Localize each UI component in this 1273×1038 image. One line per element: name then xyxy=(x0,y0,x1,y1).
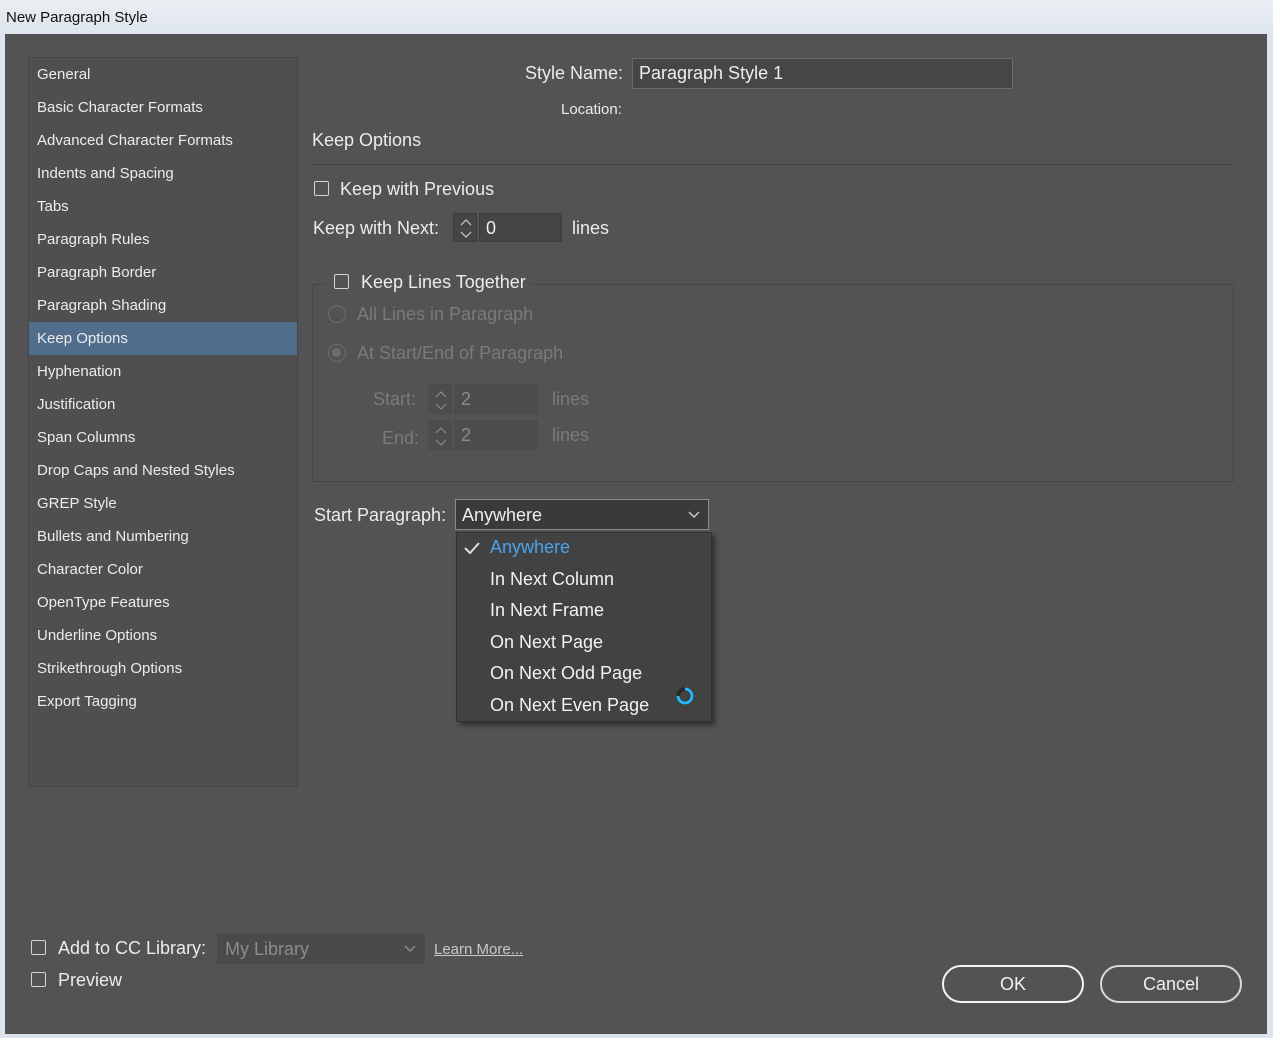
section-divider xyxy=(312,164,1234,165)
section-title: Keep Options xyxy=(312,130,422,150)
cancel-button[interactable]: Cancel xyxy=(1100,965,1242,1003)
stepper-arrows-icon xyxy=(460,219,472,238)
chevron-down-icon xyxy=(404,945,416,952)
chevron-down-icon xyxy=(688,511,700,518)
all-lines-label: All Lines in Paragraph xyxy=(357,304,534,324)
start-lines-input[interactable]: 2 xyxy=(454,384,538,414)
sidebar-item-general[interactable]: General xyxy=(29,58,297,91)
keep-with-next-stepper[interactable] xyxy=(453,213,477,242)
style-name-input[interactable]: Paragraph Style 1 xyxy=(632,58,1013,89)
sidebar-item-indents-and-spacing[interactable]: Indents and Spacing xyxy=(29,157,297,190)
start-lines-label: Start: xyxy=(373,389,417,409)
sidebar-item-span-columns[interactable]: Span Columns xyxy=(29,421,297,454)
start-end-label: At Start/End of Paragraph xyxy=(357,343,564,363)
sidebar-item-paragraph-rules[interactable]: Paragraph Rules xyxy=(29,223,297,256)
stepper-arrows-icon xyxy=(435,391,447,410)
sidebar-item-grep-style[interactable]: GREP Style xyxy=(29,487,297,520)
preview-label: Preview xyxy=(58,970,123,990)
ok-button[interactable]: OK xyxy=(942,965,1084,1003)
end-lines-unit: lines xyxy=(552,425,590,445)
start-paragraph-dropdown[interactable]: Anywhere xyxy=(455,499,709,530)
style-name-label: Style Name: xyxy=(525,63,624,83)
dialog-body: General Basic Character Formats Advanced… xyxy=(5,34,1267,1034)
keep-with-next-input[interactable]: 0 xyxy=(479,213,562,242)
library-value: My Library xyxy=(225,939,310,959)
menu-item-in-next-frame[interactable]: In Next Frame xyxy=(490,600,604,621)
category-sidebar: General Basic Character Formats Advanced… xyxy=(28,57,298,787)
start-end-radio[interactable] xyxy=(328,344,346,362)
keep-with-previous-label: Keep with Previous xyxy=(340,179,495,199)
sidebar-item-underline-options[interactable]: Underline Options xyxy=(29,619,297,652)
sidebar-item-paragraph-border[interactable]: Paragraph Border xyxy=(29,256,297,289)
stepper-arrows-icon xyxy=(435,427,447,446)
sidebar-item-opentype-features[interactable]: OpenType Features xyxy=(29,586,297,619)
sidebar-item-export-tagging[interactable]: Export Tagging xyxy=(29,685,297,718)
sidebar-item-tabs[interactable]: Tabs xyxy=(29,190,297,223)
sidebar-item-drop-caps-and-nested-styles[interactable]: Drop Caps and Nested Styles xyxy=(29,454,297,487)
sidebar-item-bullets-and-numbering[interactable]: Bullets and Numbering xyxy=(29,520,297,553)
sidebar-item-character-color[interactable]: Character Color xyxy=(29,553,297,586)
sidebar-item-basic-character-formats[interactable]: Basic Character Formats xyxy=(29,91,297,124)
library-dropdown[interactable]: My Library xyxy=(217,933,425,964)
end-lines-label: End: xyxy=(382,428,420,448)
add-to-cc-library-checkbox[interactable] xyxy=(31,940,46,955)
preview-checkbox[interactable] xyxy=(31,972,46,987)
all-lines-radio[interactable] xyxy=(328,305,346,323)
keep-lines-together-checkbox[interactable] xyxy=(334,274,349,289)
keep-with-previous-checkbox[interactable] xyxy=(314,181,329,196)
title-bar: New Paragraph Style xyxy=(0,0,1273,34)
sidebar-item-paragraph-shading[interactable]: Paragraph Shading xyxy=(29,289,297,322)
menu-item-on-next-even-page[interactable]: On Next Even Page xyxy=(490,695,649,716)
checkmark-icon xyxy=(464,542,480,555)
learn-more-link[interactable]: Learn More... xyxy=(434,941,523,958)
keep-lines-together-label: Keep Lines Together xyxy=(361,272,526,292)
menu-item-on-next-page[interactable]: On Next Page xyxy=(490,632,603,653)
sidebar-item-hyphenation[interactable]: Hyphenation xyxy=(29,355,297,388)
start-paragraph-value: Anywhere xyxy=(462,505,543,525)
keep-with-next-unit: lines xyxy=(572,218,610,238)
end-lines-stepper[interactable] xyxy=(428,420,452,450)
menu-item-on-next-odd-page[interactable]: On Next Odd Page xyxy=(490,663,642,684)
sidebar-item-justification[interactable]: Justification xyxy=(29,388,297,421)
add-to-cc-library-label: Add to CC Library: xyxy=(58,938,207,958)
end-lines-input[interactable]: 2 xyxy=(454,420,538,450)
start-lines-stepper[interactable] xyxy=(428,384,452,414)
location-label: Location: xyxy=(561,101,622,118)
sidebar-item-advanced-character-formats[interactable]: Advanced Character Formats xyxy=(29,124,297,157)
start-lines-unit: lines xyxy=(552,389,590,409)
busy-spinner-icon xyxy=(676,687,694,705)
menu-item-anywhere[interactable]: Anywhere xyxy=(490,537,570,558)
sidebar-item-strikethrough-options[interactable]: Strikethrough Options xyxy=(29,652,297,685)
start-paragraph-label: Start Paragraph: xyxy=(314,505,447,525)
menu-item-in-next-column[interactable]: In Next Column xyxy=(490,569,614,590)
window-title: New Paragraph Style xyxy=(6,9,148,26)
keep-with-next-label: Keep with Next: xyxy=(313,218,440,238)
sidebar-item-keep-options[interactable]: Keep Options xyxy=(29,322,297,355)
